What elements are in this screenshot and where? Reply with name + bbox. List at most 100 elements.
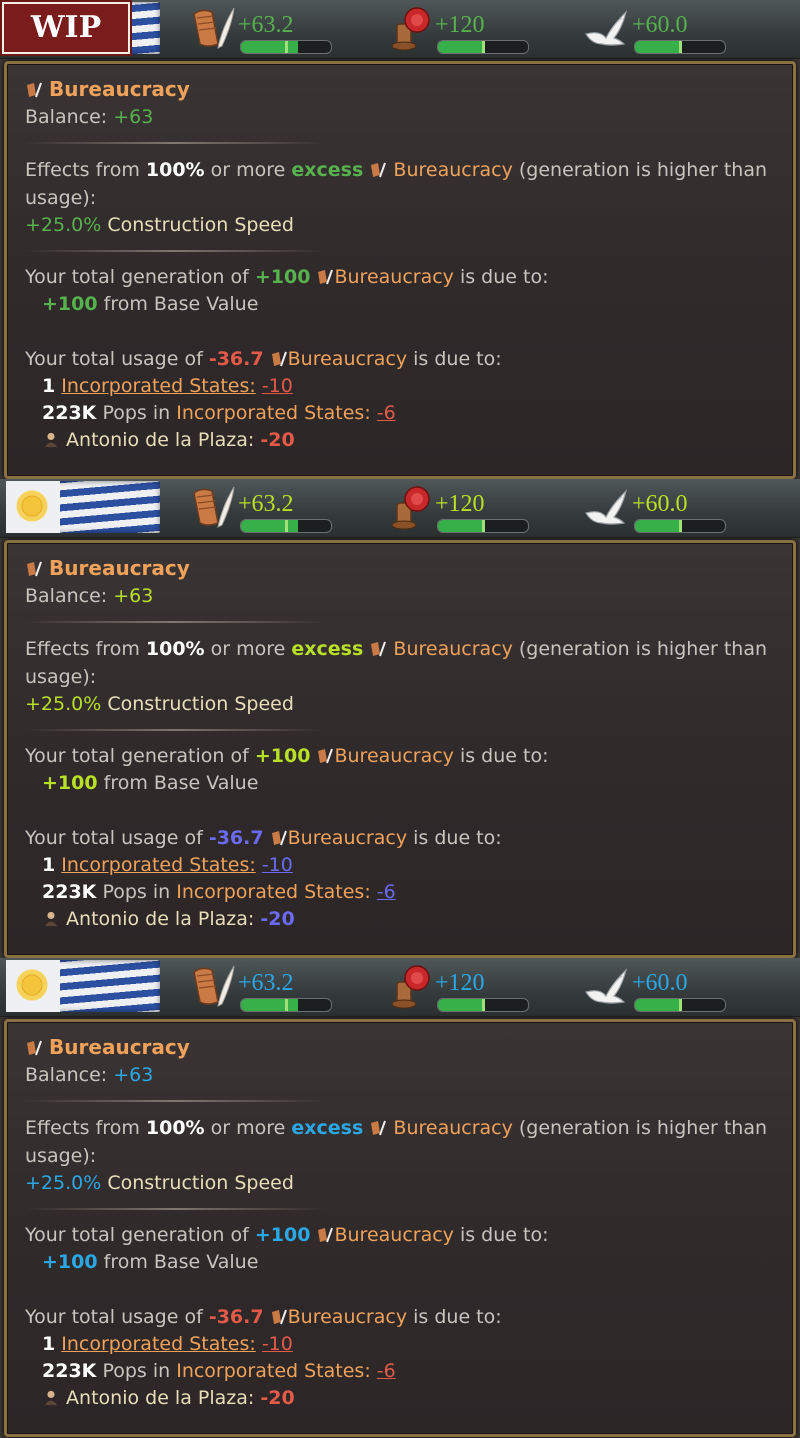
balance-label: Balance: — [25, 1064, 108, 1086]
divider — [25, 250, 325, 252]
character-portrait-icon[interactable] — [42, 911, 60, 927]
influence-dove-icon — [585, 10, 628, 46]
authority-seal-stamp-icon — [391, 486, 430, 530]
influence-value: +60.0 — [632, 970, 688, 996]
character-portrait-icon[interactable] — [42, 1390, 60, 1406]
usage-line: Your total usage of -36.7 Bureaucracy is… — [25, 827, 502, 849]
pops-line: 223K Pops in Incorporated States: -6 — [42, 881, 396, 903]
authority-balance-bar — [437, 998, 529, 1012]
bureaucracy-tooltip: Bureaucracy Balance: +63 Effects from 10… — [4, 61, 796, 479]
bureaucracy-icon — [27, 1040, 42, 1056]
character-portrait-icon[interactable] — [42, 432, 60, 448]
authority-seal-stamp-icon — [391, 965, 430, 1009]
effects-description: Effects from 100% or more excess Bureauc… — [25, 638, 768, 688]
divider — [25, 1208, 325, 1210]
generation-value: +100 — [254, 266, 311, 288]
bureaucracy-balance-bar — [240, 519, 332, 533]
incorporated-states-value[interactable]: -10 — [262, 854, 293, 876]
authority-value: +120 — [435, 970, 485, 996]
base-value: +100 — [42, 293, 98, 315]
effect-modifier-line: +25.0% Construction Speed — [25, 212, 783, 239]
character-line: Antonio de la Plaza: -20 — [25, 1385, 783, 1412]
bureaucracy-scroll-quill-icon — [193, 965, 235, 1007]
bureaucracy-value: +63.2 — [238, 970, 294, 996]
top-resource-bar: +63.2 +120 +60.0 — [0, 958, 800, 1017]
character-line: Antonio de la Plaza: -20 — [25, 906, 783, 933]
effect-modifier-line: +25.0% Construction Speed — [25, 1170, 783, 1197]
character-line: Antonio de la Plaza: -20 — [25, 427, 783, 454]
effects-description: Effects from 100% or more excess Bureauc… — [25, 1117, 768, 1167]
generation-line: Your total generation of +100 Bureaucrac… — [25, 1224, 549, 1246]
character-value: -20 — [260, 908, 295, 930]
incorporated-states-link[interactable]: Incorporated States: — [61, 375, 256, 397]
effect-label: Construction Speed — [107, 693, 294, 715]
country-flag-icon[interactable] — [6, 481, 160, 533]
bureaucracy-icon — [371, 641, 387, 657]
authority-balance-bar — [437, 40, 529, 54]
balance-label: Balance: — [25, 106, 108, 128]
character-name[interactable]: Antonio de la Plaza: — [66, 1387, 254, 1409]
pops-line: 223K Pops in Incorporated States: -6 — [42, 402, 396, 424]
divider — [25, 729, 325, 731]
usage-value: -36.7 — [208, 1306, 264, 1328]
pops-value[interactable]: -6 — [377, 881, 396, 903]
authority-value: +120 — [435, 12, 485, 38]
character-name[interactable]: Antonio de la Plaza: — [66, 429, 254, 451]
bureaucracy-icon — [27, 561, 42, 577]
influence-dove-icon — [585, 968, 628, 1004]
tooltip-title: Bureaucracy — [49, 77, 190, 101]
tooltip-variant-panel: +63.2 +120 +60.0 Bureaucracy Balance: +6… — [0, 0, 800, 479]
bureaucracy-balance-bar — [240, 998, 332, 1012]
bureaucracy-icon — [318, 1227, 334, 1243]
authority-balance-bar — [437, 519, 529, 533]
divider — [25, 1100, 325, 1102]
character-value: -20 — [260, 429, 295, 451]
bureaucracy-icon — [271, 351, 287, 367]
usage-value: -36.7 — [208, 348, 264, 370]
pops-value[interactable]: -6 — [377, 402, 396, 424]
tooltip-title-line: Bureaucracy — [25, 1034, 783, 1062]
character-value: -20 — [260, 1387, 295, 1409]
authority-seal-stamp-icon — [391, 7, 430, 51]
incorporated-states-line: 1 Incorporated States: -10 — [42, 854, 293, 876]
effects-description: Effects from 100% or more excess Bureauc… — [25, 159, 768, 209]
effect-label: Construction Speed — [107, 214, 294, 236]
influence-balance-bar — [634, 519, 726, 533]
influence-balance-bar — [634, 40, 726, 54]
balance-label: Balance: — [25, 585, 108, 607]
incorporated-states-link[interactable]: Incorporated States: — [61, 1333, 256, 1355]
tooltip-title: Bureaucracy — [49, 556, 190, 580]
wip-badge: WIP — [2, 2, 130, 54]
effect-value: +25.0% — [25, 214, 102, 236]
usage-value: -36.7 — [208, 827, 264, 849]
bureaucracy-icon — [27, 82, 42, 98]
incorporated-states-value[interactable]: -10 — [262, 1333, 293, 1355]
divider — [25, 142, 325, 144]
balance-line: Balance: +63 — [25, 1062, 783, 1089]
pops-value[interactable]: -6 — [377, 1360, 396, 1382]
bureaucracy-icon — [318, 748, 334, 764]
bureaucracy-icon — [371, 1120, 387, 1136]
bureaucracy-value: +63.2 — [238, 491, 294, 517]
bureaucracy-icon — [271, 1309, 287, 1325]
pops-line: 223K Pops in Incorporated States: -6 — [42, 1360, 396, 1382]
base-value: +100 — [42, 1251, 98, 1273]
generation-value: +100 — [254, 1224, 311, 1246]
influence-value: +60.0 — [632, 12, 688, 38]
balance-value: +63 — [113, 106, 154, 128]
bureaucracy-icon — [271, 830, 287, 846]
incorporated-states-value[interactable]: -10 — [262, 375, 293, 397]
tooltip-variant-panel: +63.2 +120 +60.0 Bureaucracy Balance: +6… — [0, 958, 800, 1437]
country-flag-icon[interactable] — [6, 960, 160, 1012]
character-name[interactable]: Antonio de la Plaza: — [66, 908, 254, 930]
bureaucracy-tooltip: Bureaucracy Balance: +63 Effects from 10… — [4, 540, 796, 958]
top-resource-bar: +63.2 +120 +60.0 — [0, 479, 800, 538]
base-value-line: +100 from Base Value — [42, 293, 259, 315]
balance-line: Balance: +63 — [25, 104, 783, 131]
tooltip-title-line: Bureaucracy — [25, 76, 783, 104]
influence-dove-icon — [585, 489, 628, 525]
bureaucracy-scroll-quill-icon — [193, 486, 235, 528]
incorporated-states-link[interactable]: Incorporated States: — [61, 854, 256, 876]
bureaucracy-scroll-quill-icon — [193, 7, 235, 49]
balance-line: Balance: +63 — [25, 583, 783, 610]
